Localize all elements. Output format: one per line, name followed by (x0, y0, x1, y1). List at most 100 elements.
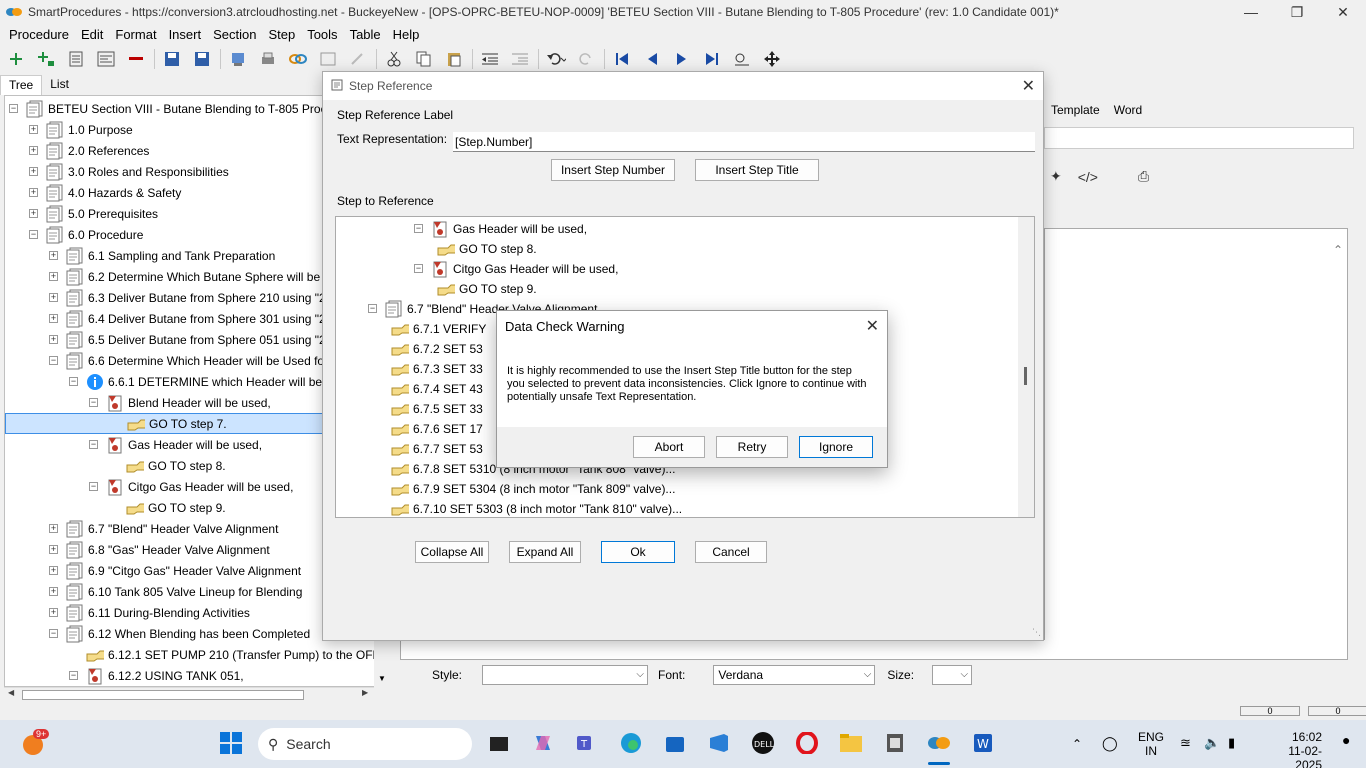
tree-section-node[interactable]: +6.5 Deliver Butane from Sphere 051 usin… (49, 329, 342, 350)
tree-section-node[interactable]: +2.0 References (29, 140, 149, 161)
next-step-icon[interactable] (670, 47, 694, 71)
tree-section-node[interactable]: − 6.0 Procedure (29, 224, 143, 245)
scroll-right-arrow-icon[interactable]: ▶ (362, 688, 368, 697)
file-explorer-icon[interactable] (838, 730, 864, 756)
redo-icon[interactable] (574, 47, 598, 71)
save-icon[interactable] (190, 47, 214, 71)
scroll-thumb[interactable] (22, 690, 304, 700)
publish-icon[interactable] (226, 47, 250, 71)
remove-icon[interactable] (124, 47, 148, 71)
tree-section-node[interactable]: +3.0 Roles and Responsibilities (29, 161, 229, 182)
close-icon[interactable]: ✕ (1022, 76, 1035, 96)
task-view-icon[interactable] (486, 730, 512, 756)
collapse-toggle-icon[interactable]: − (29, 230, 38, 239)
editor-title-field[interactable] (1044, 127, 1354, 149)
tree-step-node[interactable]: GO TO step 9. (126, 497, 226, 518)
edge-icon[interactable] (618, 730, 644, 756)
scroll-down-arrow-icon[interactable]: ▼ (378, 674, 386, 683)
network-status-icon[interactable]: ◯ (1102, 735, 1118, 752)
list-icon[interactable] (64, 47, 88, 71)
expand-toggle-icon[interactable]: + (29, 209, 38, 218)
tree-section-node[interactable]: +6.10 Tank 805 Valve Lineup for Blending (49, 581, 302, 602)
add-child-icon[interactable] (34, 47, 58, 71)
first-step-icon[interactable] (610, 47, 634, 71)
battery-icon[interactable]: ▮ (1228, 735, 1235, 751)
word-icon[interactable]: W (970, 730, 996, 756)
editor-content-area[interactable]: ⌃ ⌄ (1044, 228, 1348, 658)
tree-condition-node[interactable]: − Blend Header will be used, (89, 392, 271, 413)
expand-toggle-icon[interactable]: + (49, 545, 58, 554)
expand-all-button[interactable]: Expand All (509, 541, 581, 563)
ref-step-node[interactable]: 6.7.4 SET 43 (391, 378, 483, 399)
ref-step-node[interactable]: 6.7.7 SET 53 (391, 438, 483, 459)
expand-toggle-icon[interactable]: + (49, 314, 58, 323)
collapse-toggle-icon[interactable]: − (9, 104, 18, 113)
tree-section-node[interactable]: − 6.12 When Blending has been Completed (49, 623, 310, 644)
windows-start-icon[interactable] (218, 730, 244, 756)
expand-toggle-icon[interactable]: + (29, 125, 38, 134)
insert-step-title-button[interactable]: Insert Step Title (695, 159, 819, 181)
menu-insert[interactable]: Insert (163, 27, 208, 42)
collapse-toggle-icon[interactable]: − (89, 440, 98, 449)
expand-toggle-icon[interactable]: + (49, 587, 58, 596)
html-code-icon[interactable]: </> (1078, 169, 1098, 185)
menu-step[interactable]: Step (262, 27, 301, 42)
tree-condition-node[interactable]: − 6.12.2 USING TANK 051, (69, 665, 244, 686)
vscode-icon[interactable] (706, 730, 732, 756)
expand-toggle-icon[interactable]: + (49, 251, 58, 260)
wifi-icon[interactable]: ≊ (1180, 735, 1191, 751)
tree-section-node[interactable]: +6.8 "Gas" Header Valve Alignment (49, 539, 270, 560)
ref-step-node[interactable]: GO TO step 8. (437, 238, 537, 259)
move-icon[interactable] (760, 47, 784, 71)
collapse-toggle-icon[interactable]: − (89, 482, 98, 491)
expand-toggle-icon[interactable]: + (29, 146, 38, 155)
add-icon[interactable] (4, 47, 28, 71)
tree-section-node[interactable]: +6.2 Determine Which Butane Sphere will … (49, 266, 348, 287)
scroll-left-arrow-icon[interactable]: ◀ (8, 688, 14, 697)
paste-icon[interactable] (442, 47, 466, 71)
clock[interactable]: 16:02 11-02-2025 (1262, 730, 1322, 768)
abort-button[interactable]: Abort (633, 436, 705, 458)
tab-word[interactable]: Word (1107, 100, 1149, 120)
expand-toggle-icon[interactable]: + (49, 335, 58, 344)
image-icon[interactable] (316, 47, 340, 71)
expand-toggle-icon[interactable]: + (49, 293, 58, 302)
expand-toggle-icon[interactable]: + (49, 524, 58, 533)
expand-toggle-icon[interactable]: + (49, 566, 58, 575)
collapse-toggle-icon[interactable]: − (49, 629, 58, 638)
tree-step-node[interactable]: 6.12.1 SET PUMP 210 (Transfer Pump) to t… (86, 644, 389, 665)
previous-step-icon[interactable] (640, 47, 664, 71)
menu-procedure[interactable]: Procedure (3, 27, 75, 42)
opera-icon[interactable] (794, 730, 820, 756)
tree-section-node[interactable]: +6.9 "Citgo Gas" Header Valve Alignment (49, 560, 301, 581)
reference-tree-scrollbar[interactable] (1018, 217, 1034, 517)
expand-toggle-icon[interactable]: + (49, 272, 58, 281)
menu-help[interactable]: Help (387, 27, 426, 42)
restore-button[interactable]: ❐ (1274, 0, 1320, 24)
menu-table[interactable]: Table (344, 27, 387, 42)
teams-icon[interactable]: T (574, 730, 600, 756)
find-icon[interactable] (730, 47, 754, 71)
tab-list[interactable]: List (42, 75, 77, 95)
ref-step-node[interactable]: GO TO step 9. (437, 278, 537, 299)
collapse-toggle-icon[interactable]: − (69, 377, 78, 386)
ref-step-node[interactable]: 6.7.10 SET 5303 (8 inch motor "Tank 810"… (391, 498, 682, 517)
ref-step-node[interactable]: 6.7.9 SET 5304 (8 inch motor "Tank 809" … (391, 478, 675, 499)
tab-tree[interactable]: Tree (0, 75, 43, 95)
collapse-toggle-icon[interactable]: − (49, 356, 58, 365)
ignore-button[interactable]: Ignore (799, 436, 873, 458)
tree-condition-node[interactable]: − 6.6.1 DETERMINE which Header will be us… (69, 371, 351, 392)
tree-section-node[interactable]: +6.11 During-Blending Activities (49, 602, 250, 623)
ref-step-node[interactable]: 6.7.6 SET 17 (391, 418, 483, 439)
collapse-toggle-icon[interactable]: − (69, 671, 78, 680)
tree-section-node[interactable]: +6.1 Sampling and Tank Preparation (49, 245, 275, 266)
collapse-toggle-icon[interactable]: − (414, 224, 423, 233)
expand-toggle-icon[interactable]: + (29, 188, 38, 197)
ref-condition-node[interactable]: − Gas Header will be used, (414, 218, 587, 239)
ref-step-node[interactable]: 6.7.3 SET 33 (391, 358, 483, 379)
minimize-button[interactable]: — (1228, 0, 1274, 24)
tree-section-node[interactable]: +5.0 Prerequisites (29, 203, 158, 224)
font-combo[interactable]: Verdana ⌵ (713, 665, 876, 685)
tree-section-node[interactable]: +4.0 Hazards & Safety (29, 182, 181, 203)
cut-icon[interactable] (382, 47, 406, 71)
